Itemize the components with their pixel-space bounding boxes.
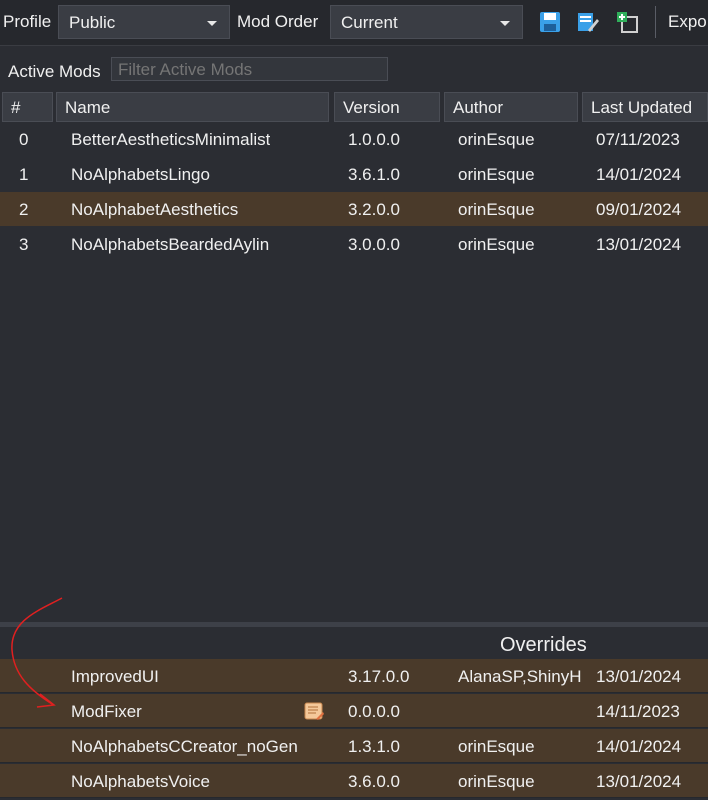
override-updated: 14/01/2024: [596, 737, 682, 756]
column-header-author[interactable]: Author: [444, 92, 578, 122]
table-row[interactable]: 0 BetterAestheticsMinimalist 1.0.0.0 ori…: [0, 122, 708, 156]
row-version: 3.2.0.0: [348, 200, 400, 219]
row-author: orinEsque: [458, 165, 535, 184]
table-row[interactable]: 3 NoAlphabetsBeardedAylin 3.0.0.0 orinEs…: [0, 227, 708, 261]
column-header-version[interactable]: Version: [334, 92, 440, 122]
row-updated: 13/01/2024: [596, 235, 682, 254]
table-row[interactable]: 1 NoAlphabetsLingo 3.6.1.0 orinEsque 14/…: [0, 157, 708, 191]
row-name: NoAlphabetsLingo: [71, 165, 210, 184]
active-mods-label: Active Mods: [8, 62, 101, 81]
override-name: ImprovedUI: [71, 667, 159, 686]
copy-add-icon[interactable]: [615, 10, 639, 34]
override-row[interactable]: NoAlphabetsCCreator_noGen 1.3.1.0 orinEs…: [0, 729, 708, 763]
row-updated: 09/01/2024: [596, 200, 682, 219]
override-name: ModFixer: [71, 702, 142, 721]
row-author: orinEsque: [458, 200, 535, 219]
override-version: 3.6.0.0: [348, 772, 400, 791]
row-updated: 14/01/2024: [596, 165, 682, 184]
active-mods-filter-row: Active Mods: [0, 50, 708, 90]
override-row[interactable]: ModFixer 0.0.0.0 14/11/2023: [0, 694, 708, 728]
toolbar-separator: [655, 6, 656, 38]
override-row[interactable]: NoAlphabetsVoice 3.6.0.0 orinEsque 13/01…: [0, 764, 708, 798]
override-version: 1.3.1.0: [348, 737, 400, 756]
column-header-index[interactable]: #: [2, 92, 53, 122]
mod-order-select-value: Current: [341, 13, 398, 32]
override-version: 0.0.0.0: [348, 702, 400, 721]
override-updated: 13/01/2024: [596, 667, 682, 686]
panel-splitter[interactable]: [0, 622, 708, 627]
override-row[interactable]: ImprovedUI 3.17.0.0 AlanaSP,ShinyH 13/01…: [0, 659, 708, 693]
scroll-icon: [302, 699, 326, 728]
row-index: 1: [19, 165, 29, 184]
filter-active-mods-input[interactable]: [111, 57, 388, 81]
override-updated: 14/11/2023: [596, 702, 680, 721]
profile-select-value: Public: [69, 13, 116, 32]
row-index: 2: [19, 200, 29, 219]
row-index: 3: [19, 235, 29, 254]
override-updated: 13/01/2024: [596, 772, 682, 791]
row-name: BetterAestheticsMinimalist: [71, 130, 271, 149]
override-version: 3.17.0.0: [348, 667, 410, 686]
row-version: 3.6.1.0: [348, 165, 400, 184]
row-index: 0: [19, 130, 29, 149]
row-author: orinEsque: [458, 235, 535, 254]
row-version: 3.0.0.0: [348, 235, 400, 254]
row-name: NoAlphabetsBeardedAylin: [71, 235, 270, 254]
row-name: NoAlphabetAesthetics: [71, 200, 239, 219]
row-updated: 07/11/2023: [596, 130, 680, 149]
overrides-title: Overrides: [500, 634, 587, 656]
profile-select[interactable]: Public: [58, 5, 230, 39]
chevron-down-icon: [500, 21, 510, 26]
edit-icon[interactable]: [576, 10, 600, 34]
override-author: orinEsque: [458, 737, 535, 756]
profile-label: Profile: [3, 12, 52, 31]
override-name: NoAlphabetsVoice: [71, 772, 210, 791]
save-icon[interactable]: [538, 10, 562, 34]
row-author: orinEsque: [458, 130, 535, 149]
override-author: AlanaSP,ShinyH: [458, 667, 582, 686]
override-name: NoAlphabetsCCreator_noGen: [71, 737, 298, 756]
row-version: 1.0.0.0: [348, 130, 400, 149]
column-header-name[interactable]: Name: [56, 92, 329, 122]
column-header-last-updated[interactable]: Last Updated: [582, 92, 708, 122]
export-button[interactable]: Expo: [668, 12, 707, 32]
override-author: orinEsque: [458, 772, 535, 791]
mod-order-select[interactable]: Current: [330, 5, 523, 39]
mod-order-label: Mod Order: [237, 12, 319, 31]
chevron-down-icon: [207, 21, 217, 26]
table-row-selected[interactable]: 2 NoAlphabetAesthetics 3.2.0.0 orinEsque…: [0, 192, 708, 226]
toolbar: Profile Public Mod Order Current Expo: [0, 0, 708, 46]
